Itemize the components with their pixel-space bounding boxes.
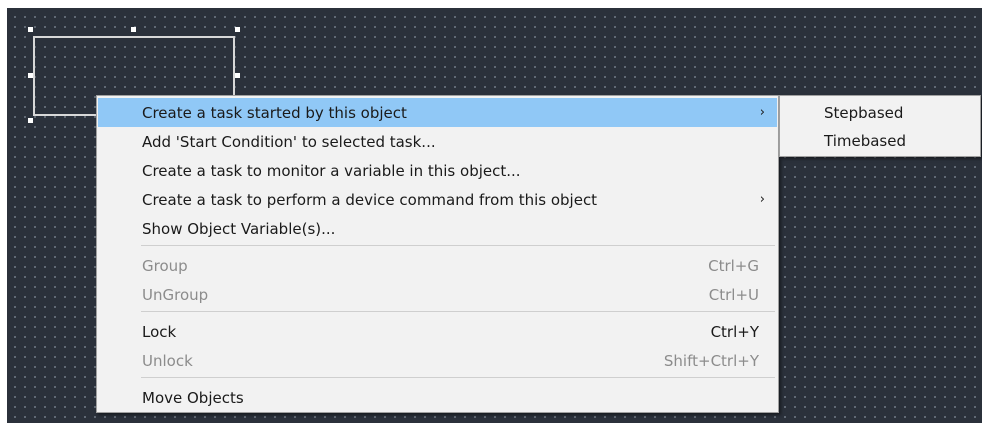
menu-item-label: Create a task to monitor a variable in t… [142,161,521,180]
menu-item-shortcut: Ctrl+Y [710,322,759,341]
menu-item-label: Show Object Variable(s)... [142,219,336,238]
resize-handle-top-left[interactable] [28,27,33,32]
menu-item-unlock[interactable]: Unlock Shift+Ctrl+Y [98,346,777,375]
resize-handle-bottom-left[interactable] [28,118,33,123]
menu-item-label: Create a task to perform a device comman… [142,190,598,209]
submenu-item-label: Stepbased [824,104,904,122]
menu-item-monitor-variable[interactable]: Create a task to monitor a variable in t… [98,156,777,185]
resize-handle-top-middle[interactable] [131,27,136,32]
menu-separator [141,245,775,246]
menu-item-ungroup[interactable]: UnGroup Ctrl+U [98,280,777,309]
resize-handle-middle-left[interactable] [28,73,33,78]
resize-handle-top-right[interactable] [235,27,240,32]
menu-item-label: Add 'Start Condition' to selected task..… [142,132,436,151]
menu-item-label: Lock [142,322,177,341]
chevron-right-icon: › [759,105,765,120]
submenu-item-stepbased[interactable]: Stepbased [781,99,979,127]
context-menu: Create a task started by this object › A… [96,95,779,413]
menu-item-shortcut: Ctrl+G [708,256,759,275]
menu-item-label: Group [142,256,188,275]
chevron-right-icon: › [759,192,765,207]
menu-item-label: UnGroup [142,285,209,304]
menu-separator [141,311,775,312]
menu-item-move-objects[interactable]: Move Objects [98,383,777,412]
menu-item-shortcut: Shift+Ctrl+Y [663,351,759,370]
menu-item-show-variables[interactable]: Show Object Variable(s)... [98,214,777,243]
submenu-item-timebased[interactable]: Timebased [781,127,979,155]
menu-item-group[interactable]: Group Ctrl+G [98,251,777,280]
menu-item-shortcut: Ctrl+U [708,285,759,304]
menu-separator [141,377,775,378]
menu-item-create-task-started[interactable]: Create a task started by this object › [98,98,777,127]
submenu-item-label: Timebased [824,132,906,150]
menu-item-label: Move Objects [142,388,244,407]
menu-item-lock[interactable]: Lock Ctrl+Y [98,317,777,346]
resize-handle-middle-right[interactable] [235,73,240,78]
submenu-task-type: Stepbased Timebased [779,95,981,157]
menu-item-device-command[interactable]: Create a task to perform a device comman… [98,185,777,214]
menu-item-label: Create a task started by this object [142,103,407,122]
menu-item-label: Unlock [142,351,193,370]
menu-item-add-start-condition[interactable]: Add 'Start Condition' to selected task..… [98,127,777,156]
